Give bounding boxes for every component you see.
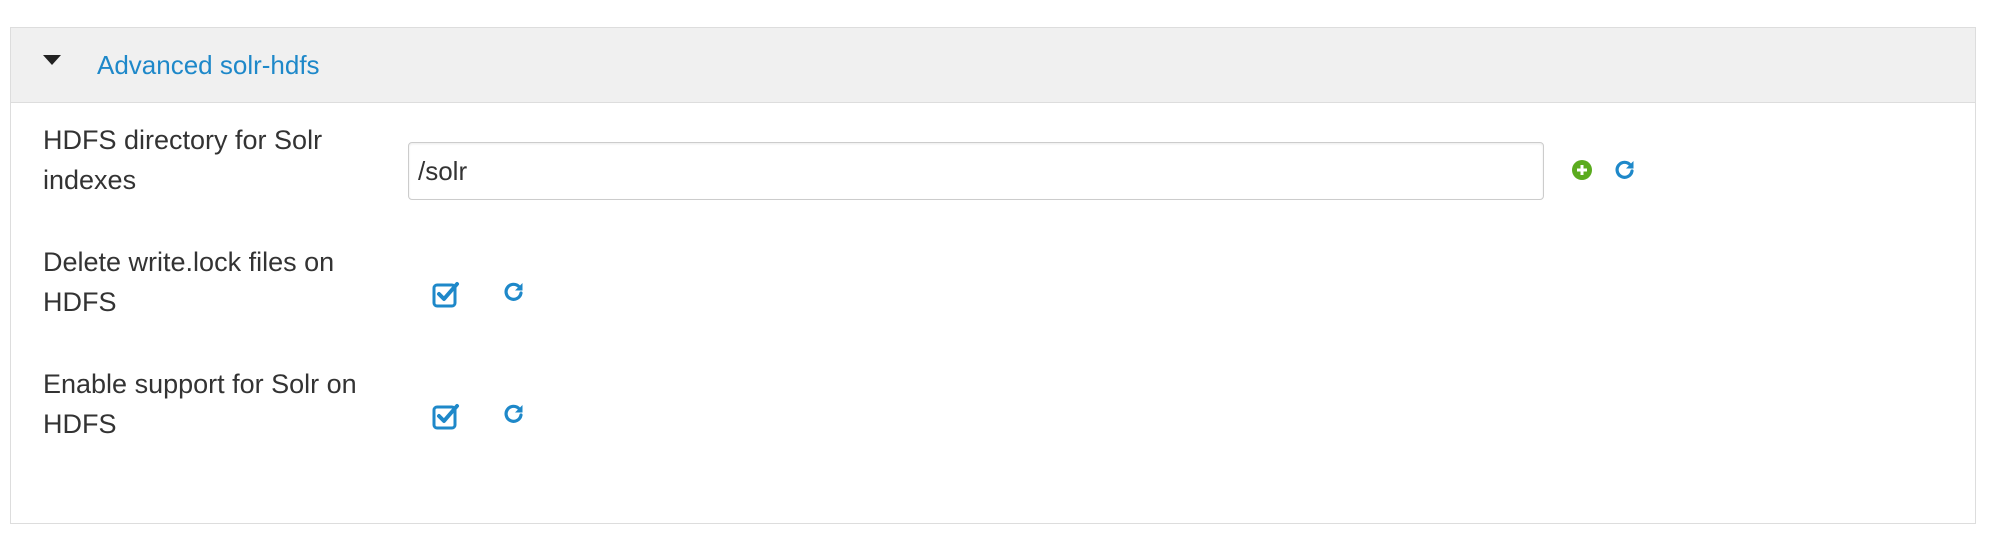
panel-title[interactable]: Advanced solr-hdfs — [97, 48, 320, 82]
refresh-icon[interactable] — [1613, 158, 1637, 182]
advanced-solr-hdfs-panel: Advanced solr-hdfs HDFS directory for So… — [10, 27, 1976, 524]
plus-circle-icon[interactable] — [1571, 159, 1593, 181]
property-label-hdfs-directory: HDFS directory for Solr indexes — [43, 125, 323, 195]
panel-heading[interactable]: Advanced solr-hdfs — [11, 28, 1975, 103]
property-label-enable-solr-hdfs: Enable support for Solr on HDFS — [43, 369, 357, 439]
refresh-icon[interactable] — [502, 280, 526, 304]
caret-down-icon[interactable] — [43, 55, 61, 65]
property-label-delete-write-lock: Delete write.lock files on HDFS — [43, 247, 335, 317]
checkbox-checked-icon[interactable] — [432, 402, 462, 430]
checkbox-checked-icon[interactable] — [432, 280, 462, 308]
hdfs-directory-input[interactable] — [408, 142, 1544, 200]
refresh-icon[interactable] — [502, 402, 526, 426]
